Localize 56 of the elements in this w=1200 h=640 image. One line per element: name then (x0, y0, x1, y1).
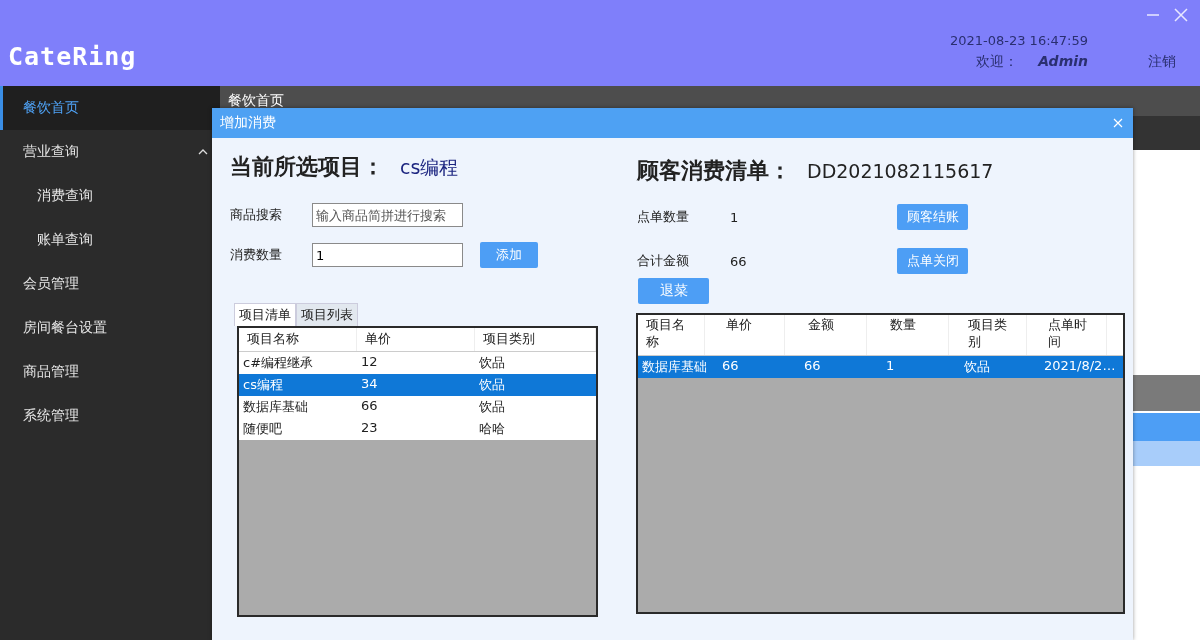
table-cell-text: 随便吧 (242, 419, 283, 438)
table-cell-text: 1 (885, 357, 896, 375)
field-label: 商品搜索 (230, 206, 283, 224)
column-header[interactable]: 金额 (800, 315, 867, 355)
table-cell-text: 66 (721, 357, 740, 375)
column-header[interactable]: 项目名称 (638, 315, 705, 355)
welcome-label: 欢迎： (976, 53, 1019, 71)
table-cell-text: cs编程 (242, 375, 284, 394)
table-row[interactable]: 数据库基础 66 饮品 (239, 395, 596, 418)
column-header[interactable]: 点单时间 (1040, 315, 1107, 355)
app-logo: CateRing (8, 42, 137, 71)
table-cell-text: 23 (360, 418, 379, 437)
column-header[interactable]: 单价 (357, 328, 475, 351)
close-icon[interactable] (1174, 8, 1188, 22)
order-id-text: DD2021082115617 (807, 160, 994, 182)
datetime-text: 2021-08-23 16:47:59 (949, 33, 1088, 48)
value-text: 66 (730, 253, 748, 269)
field-label: 点单数量 (637, 208, 690, 226)
tab[interactable]: 项目列表 (296, 303, 358, 326)
table-cell-text: c#编程继承 (242, 353, 315, 372)
table-cell-text: 66 (803, 357, 822, 375)
table-cell-text: 数据库基础 (641, 358, 708, 376)
column-header[interactable]: 项目类别 (475, 328, 596, 351)
column-header[interactable]: 数量 (882, 315, 949, 355)
section-heading: 顾客消费清单： (637, 157, 791, 185)
table-cell-text: 饮品 (478, 375, 506, 394)
table-cell-text: 数据库基础 (242, 397, 309, 416)
table-cell-text: 2021/8/2… (1043, 357, 1117, 375)
tab[interactable]: 项目清单 (234, 303, 296, 326)
table-cell-text: 66 (360, 396, 379, 415)
table-cell-text: 饮品 (478, 397, 506, 416)
field-label: 合计金额 (637, 252, 690, 270)
table-cell-text: 哈哈 (478, 419, 506, 438)
username-text: Admin (1038, 53, 1088, 71)
sidebar-item[interactable]: 营业查询 (0, 130, 220, 174)
table-cell-text: 饮品 (478, 353, 506, 372)
selected-item-text: cs编程 (400, 155, 459, 180)
column-header[interactable]: 项目名称 (239, 328, 357, 351)
logout-link[interactable]: 注销 (1148, 53, 1176, 71)
value-text: 1 (730, 209, 740, 225)
column-header[interactable]: 项目类别 (960, 315, 1027, 355)
table-cell-text: 12 (360, 352, 379, 371)
table-row[interactable]: c#编程继承 12 饮品 (239, 351, 596, 374)
column-header[interactable]: 单价 (718, 315, 785, 355)
table-row[interactable]: 随便吧 23 哈哈 (239, 417, 596, 440)
table-row[interactable]: 数据库基础 66 66 1 饮品 2021/8/2… (638, 356, 1123, 378)
field-label: 消费数量 (230, 246, 283, 264)
search-field[interactable]: 输入商品简拼进行搜索 (312, 203, 463, 227)
table-cell-text: 34 (360, 374, 379, 393)
table-cell-text: 饮品 (963, 358, 991, 376)
chevron-icon (198, 149, 208, 155)
section-heading: 当前所选项目： (230, 153, 384, 181)
sidebar-item[interactable]: 餐饮首页 (0, 86, 220, 130)
quantity-field[interactable]: 1 (312, 243, 463, 267)
dialog-title: 增加消费 (220, 114, 276, 132)
table-row[interactable]: cs编程 34 饮品 (239, 373, 596, 396)
